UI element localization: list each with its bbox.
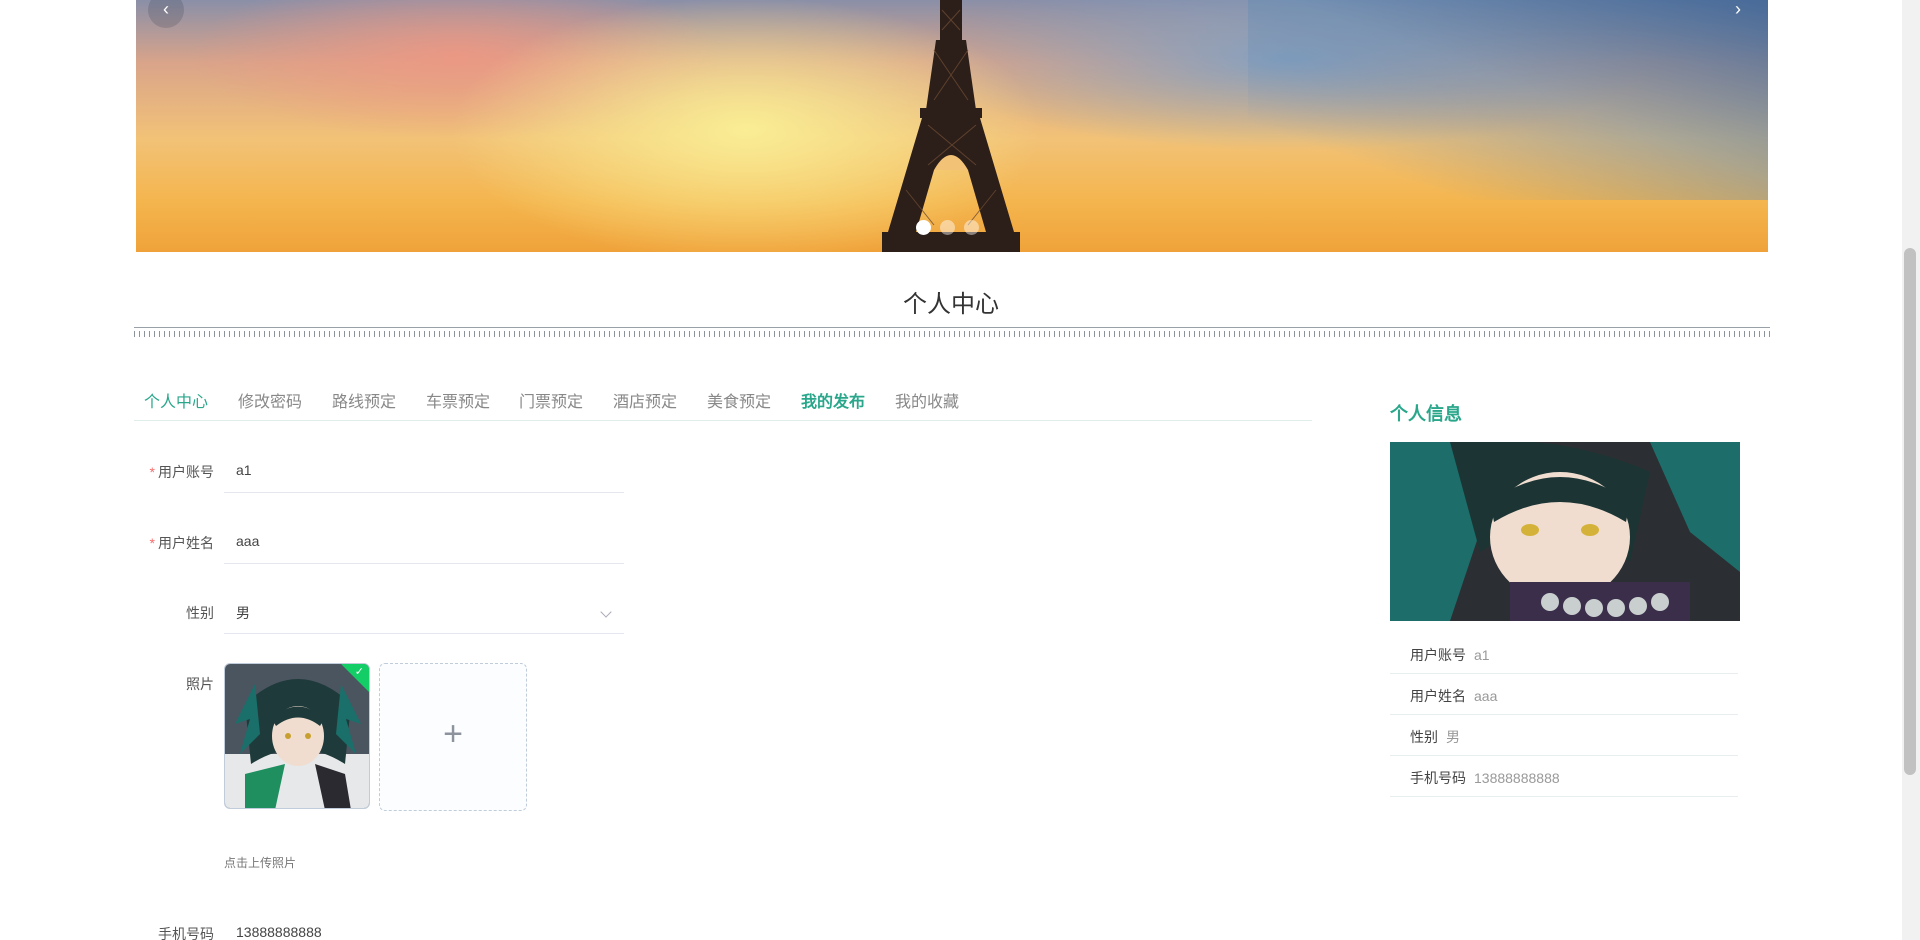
info-key: 用户姓名: [1410, 688, 1466, 704]
tab-route-booking[interactable]: 路线预定: [332, 388, 396, 412]
name-input[interactable]: aaa: [224, 520, 624, 564]
carousel-prev-button[interactable]: ‹: [148, 0, 184, 28]
info-value: 男: [1446, 729, 1460, 745]
photo-label: 照片: [186, 676, 214, 692]
gender-select[interactable]: 男: [224, 590, 624, 634]
upload-tip: 点击上传照片: [224, 856, 297, 870]
tab-food-booking[interactable]: 美食预定: [707, 388, 771, 412]
required-mark: *: [149, 464, 155, 480]
info-row-phone: 手机号码 13888888888: [1390, 756, 1738, 797]
title-divider-ticks: [134, 331, 1770, 337]
carousel-indicator-3[interactable]: [964, 220, 979, 235]
info-value: 13888888888: [1474, 770, 1560, 786]
gender-label: 性别: [186, 605, 214, 621]
avatar-illustration-large: [1390, 442, 1740, 621]
banner-sky: [1248, 0, 1768, 200]
title-divider: [134, 327, 1770, 328]
profile-tabs: 个人中心 修改密码 路线预定 车票预定 门票预定 酒店预定 美食预定 我的发布 …: [134, 382, 1312, 421]
phone-label: 手机号码: [158, 926, 214, 940]
scrollbar-thumb[interactable]: [1904, 248, 1916, 775]
banner-carousel: ‹ ›: [136, 0, 1768, 252]
chevron-down-icon: [600, 606, 612, 618]
upload-photo-button[interactable]: +: [379, 663, 527, 811]
carousel-indicators: [916, 220, 979, 235]
avatar-illustration: [225, 664, 369, 808]
side-info-title: 个人信息: [1390, 404, 1462, 424]
page-title: 个人中心: [903, 291, 999, 318]
account-input[interactable]: a1: [224, 449, 624, 493]
info-key: 用户账号: [1410, 647, 1466, 663]
info-value: aaa: [1474, 688, 1498, 704]
phone-input[interactable]: 13888888888: [224, 911, 624, 940]
eiffel-tower-image: [882, 0, 1020, 252]
carousel-indicator-1[interactable]: [916, 220, 931, 235]
name-label: * 用户姓名: [149, 535, 214, 551]
page-scrollbar[interactable]: [1902, 0, 1920, 940]
uploaded-photo-thumbnail[interactable]: ✓: [224, 663, 370, 809]
check-icon: ✓: [354, 666, 364, 678]
info-value: a1: [1474, 647, 1490, 663]
gender-select-value: 男: [236, 605, 250, 621]
tab-admission-booking[interactable]: 门票预定: [519, 388, 583, 412]
account-label: * 用户账号: [149, 464, 214, 480]
info-key: 手机号码: [1410, 770, 1466, 786]
tab-ticket-booking[interactable]: 车票预定: [426, 388, 490, 412]
info-row-account: 用户账号 a1: [1390, 633, 1738, 674]
chevron-right-icon: ›: [1735, 0, 1741, 19]
carousel-indicator-2[interactable]: [940, 220, 955, 235]
side-avatar-image: [1390, 442, 1740, 621]
chevron-left-icon: ‹: [163, 0, 169, 19]
info-key: 性别: [1410, 729, 1438, 745]
plus-icon: +: [443, 715, 463, 753]
tab-my-posts[interactable]: 我的发布: [801, 388, 865, 412]
tab-hotel-booking[interactable]: 酒店预定: [613, 388, 677, 412]
tab-change-password[interactable]: 修改密码: [238, 388, 302, 412]
info-row-gender: 性别男: [1390, 715, 1738, 756]
tab-my-favorites[interactable]: 我的收藏: [895, 388, 959, 412]
info-row-name: 用户姓名 aaa: [1390, 674, 1738, 715]
tab-profile[interactable]: 个人中心: [144, 388, 208, 412]
required-mark: *: [149, 535, 155, 551]
